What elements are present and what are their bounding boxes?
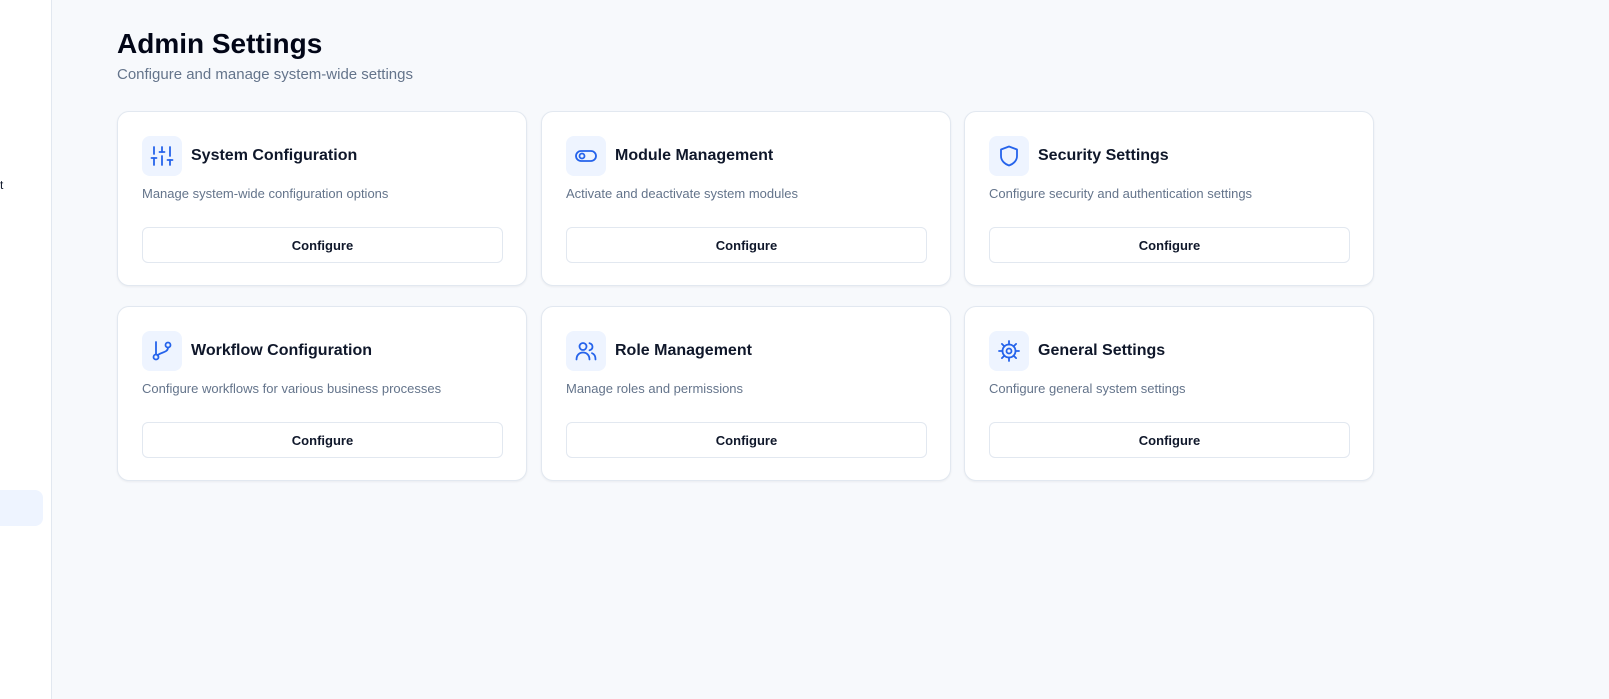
card-system-configuration: System Configuration Manage system-wide …	[117, 111, 527, 286]
sidebar-item-label[interactable]: t	[0, 178, 3, 192]
configure-button[interactable]: Configure	[142, 227, 503, 263]
configure-button[interactable]: Configure	[566, 227, 927, 263]
configure-button[interactable]: Configure	[989, 227, 1350, 263]
card-title: System Configuration	[191, 147, 358, 164]
card-title: General Settings	[1038, 342, 1166, 359]
configure-button[interactable]: Configure	[566, 422, 927, 458]
card-title: Role Management	[615, 342, 752, 359]
card-role-management: Role Management Manage roles and permiss…	[541, 306, 951, 481]
card-icon-container	[989, 136, 1029, 176]
card-icon-container	[142, 136, 182, 176]
sidebar: t	[0, 0, 52, 699]
toggle-icon	[575, 150, 597, 162]
card-icon-container	[142, 331, 182, 371]
shield-icon	[1000, 145, 1018, 167]
users-icon	[575, 342, 597, 361]
card-title: Workflow Configuration	[191, 342, 373, 359]
card-title: Module Management	[615, 147, 774, 164]
card-title: Security Settings	[1038, 147, 1169, 164]
card-security-settings: Security Settings Configure security and…	[964, 111, 1374, 286]
card-description: Activate and deactivate system modules	[566, 186, 798, 201]
card-module-management: Module Management Activate and deactivat…	[541, 111, 951, 286]
card-description: Configure general system settings	[989, 381, 1186, 396]
card-description: Manage roles and permissions	[566, 381, 744, 396]
sliders-icon	[150, 146, 174, 166]
configure-button[interactable]: Configure	[989, 422, 1350, 458]
card-icon-container	[566, 136, 606, 176]
card-icon-container	[566, 331, 606, 371]
page-title: Admin Settings	[117, 28, 323, 59]
sidebar-item-active[interactable]	[0, 490, 43, 526]
card-description: Manage system-wide configuration options	[142, 186, 389, 201]
card-workflow-configuration: Workflow Configuration Configure workflo…	[117, 306, 527, 481]
git-branch-icon	[152, 341, 172, 361]
card-icon-container	[989, 331, 1029, 371]
card-general-settings: General Settings Configure general syste…	[964, 306, 1374, 481]
card-description: Configure workflows for various business…	[142, 381, 442, 396]
page-subtitle: Configure and manage system-wide setting…	[117, 66, 413, 83]
configure-button[interactable]: Configure	[142, 422, 503, 458]
gear-icon	[998, 340, 1020, 362]
card-description: Configure security and authentication se…	[989, 186, 1253, 201]
